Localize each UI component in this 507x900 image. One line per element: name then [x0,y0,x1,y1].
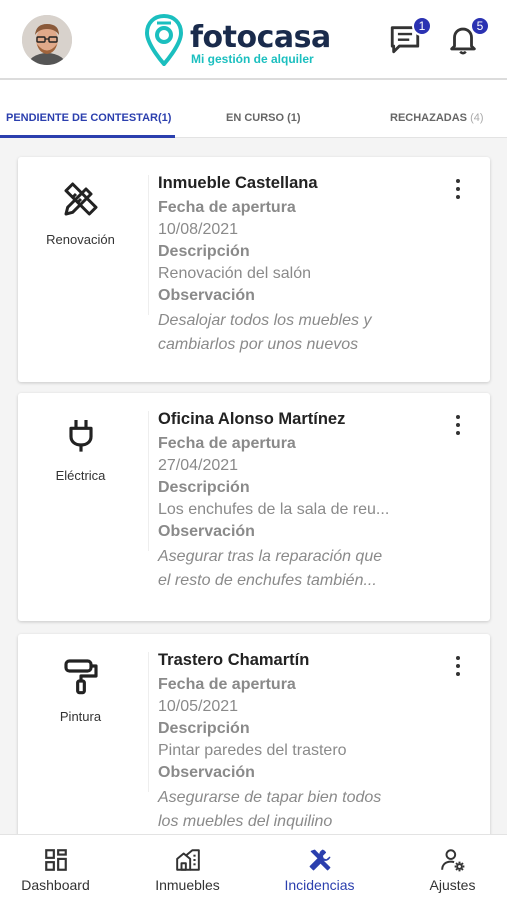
nav-dashboard[interactable]: Dashboard [8,835,103,900]
paint-roller-icon [64,659,98,695]
user-settings-icon [440,849,464,872]
card-body: Inmueble Castellana Fecha de apertura 10… [158,173,448,357]
date-value: 10/05/2021 [158,698,239,715]
location-pin-logo-icon [145,14,183,66]
description-value: Pintar paredes del trastero [158,742,347,759]
nav-label: Incidencias [284,877,355,893]
messages-button[interactable]: 1 [388,16,432,58]
observation-value: Desalojar todos los muebles y cambiarlos… [158,312,372,353]
tab-pendiente[interactable]: PENDIENTE DE CONTESTAR(1) [6,112,171,124]
status-tabs: PENDIENTE DE CONTESTAR(1) EN CURSO (1) R… [0,80,507,138]
card-divider [148,175,149,315]
more-options-icon[interactable] [448,654,468,678]
observation-label: Observación [158,764,255,781]
card-divider [148,652,149,792]
building-icon [175,849,200,871]
date-label: Fecha de apertura [158,199,296,216]
messages-badge: 1 [412,16,432,36]
tools-icon [309,849,330,871]
nav-label: Dashboard [21,877,90,893]
observation-label: Observación [158,287,255,304]
card-body: Trastero Chamartín Fecha de apertura 10/… [158,650,448,834]
avatar[interactable] [22,15,72,65]
date-value: 27/04/2021 [158,457,239,474]
description-value: Renovación del salón [158,265,311,282]
dashboard-icon [44,849,67,871]
card-body: Oficina Alonso Martínez Fecha de apertur… [158,409,448,593]
observation-label: Observación [158,523,255,540]
category-label: Pintura [59,709,102,724]
more-options-icon[interactable] [448,413,468,437]
description-label: Descripción [158,479,250,496]
tab-en-curso[interactable]: EN CURSO (1) [226,112,301,124]
property-title: Trastero Chamartín [158,651,310,669]
pencil-ruler-icon [64,182,98,216]
date-label: Fecha de apertura [158,676,296,693]
property-title: Oficina Alonso Martínez [158,410,346,428]
nav-incidencias[interactable]: Incidencias [272,835,367,900]
tab-rechazadas-label: RECHAZADAS [390,112,467,124]
card-divider [148,411,149,551]
date-label: Fecha de apertura [158,435,296,452]
observation-value: Asegurar tras la reparación que el resto… [158,548,383,589]
date-value: 10/08/2021 [158,221,239,238]
category-block: Pintura [18,634,143,754]
active-tab-indicator [0,135,175,138]
notifications-badge: 5 [470,16,490,36]
nav-inmuebles[interactable]: Inmuebles [140,835,235,900]
notifications-button[interactable]: 5 [446,16,490,58]
incident-card[interactable]: Eléctrica Oficina Alonso Martínez Fecha … [18,393,490,621]
user-photo-icon [22,15,72,65]
nav-label: Inmuebles [155,877,220,893]
category-block: Eléctrica [18,393,143,513]
incident-card[interactable]: Renovación Inmueble Castellana Fecha de … [18,157,490,382]
description-label: Descripción [158,720,250,737]
plug-icon [69,420,93,452]
logo-text: fotocasa [190,20,331,55]
more-options-icon[interactable] [448,177,468,201]
top-bar: fotocasa Mi gestión de alquiler 1 5 [0,0,507,80]
category-label: Renovación [46,232,115,247]
observation-value: Asegurarse de tapar bien todos los muebl… [158,789,382,830]
nav-label: Ajustes [429,877,476,893]
incident-card[interactable]: Pintura Trastero Chamartín Fecha de aper… [18,634,490,864]
property-title: Inmueble Castellana [158,174,318,192]
fotocasa-logo: fotocasa Mi gestión de alquiler [145,14,335,68]
description-value: Los enchufes de la sala de reu... [158,501,390,518]
description-label: Descripción [158,243,250,260]
category-block: Renovación [18,157,143,277]
tab-rechazadas-count: (4) [470,112,484,124]
logo-subtitle: Mi gestión de alquiler [191,52,314,66]
bottom-navigation: Dashboard Inmuebles Incidencias Ajustes [0,834,507,900]
tab-rechazadas[interactable]: RECHAZADAS (4) [390,112,484,124]
category-label: Eléctrica [55,468,106,483]
nav-ajustes[interactable]: Ajustes [405,835,500,900]
